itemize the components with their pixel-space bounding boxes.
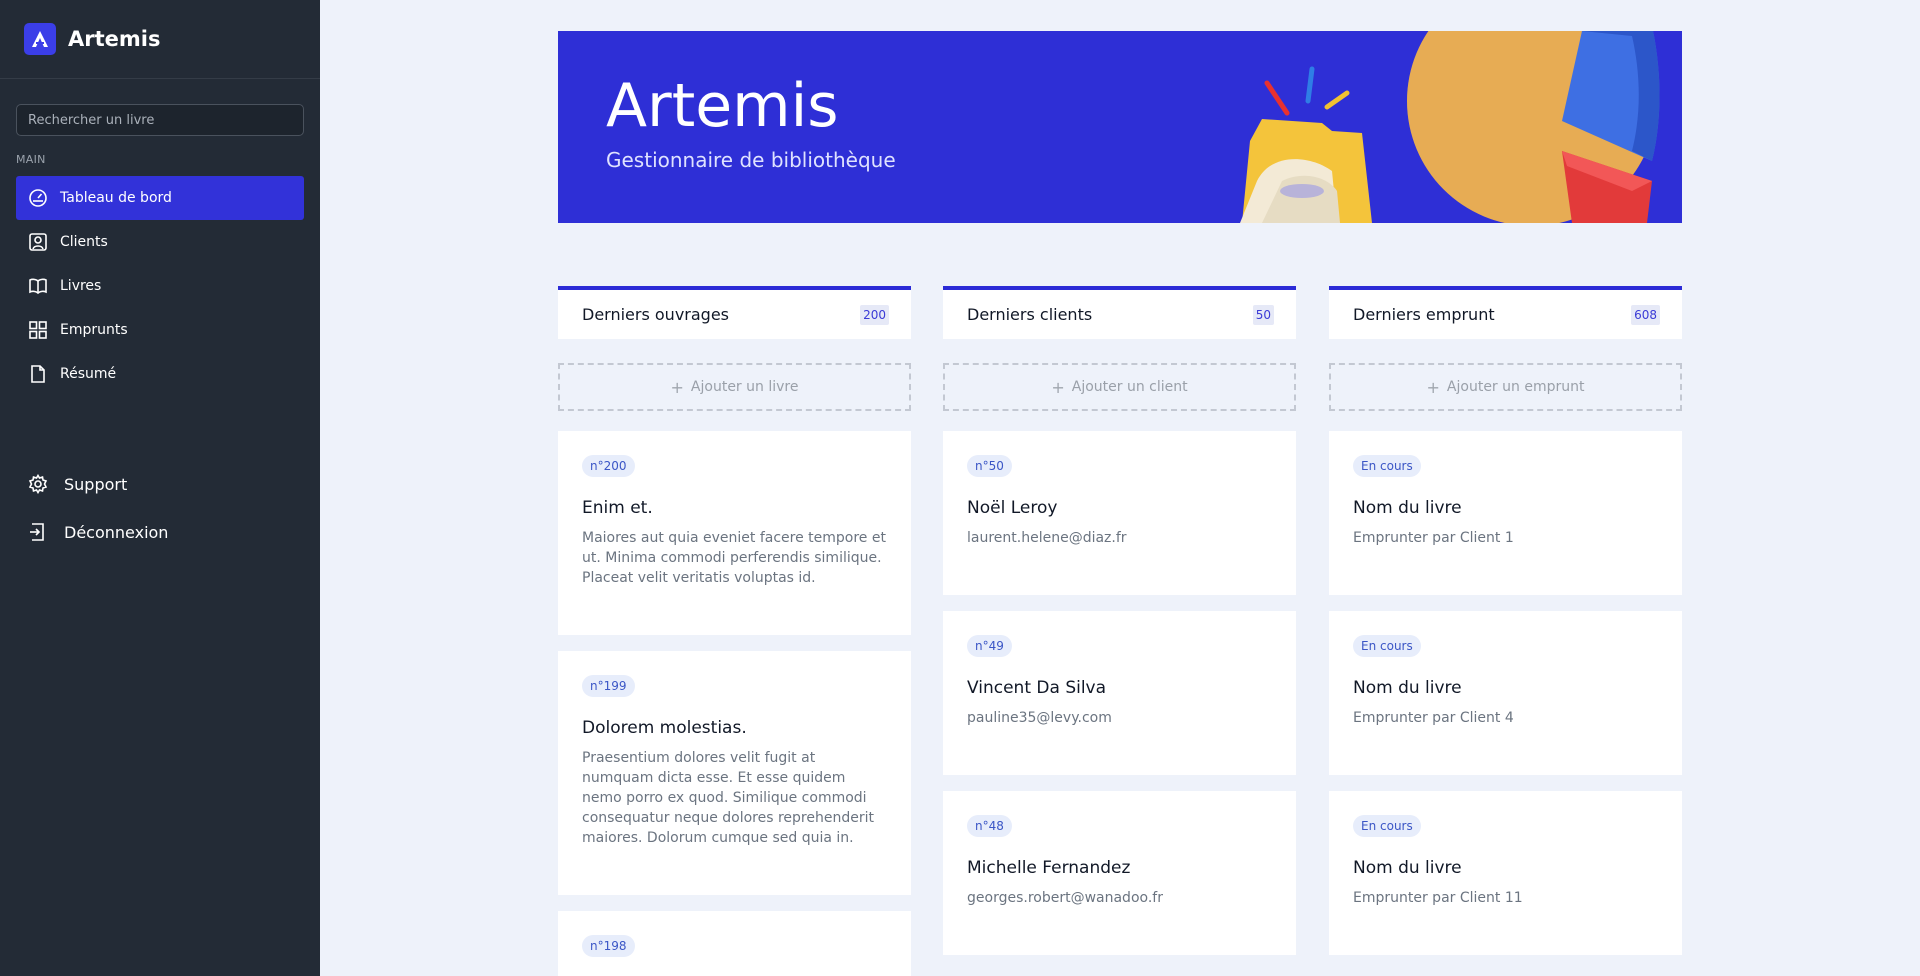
column-books: Derniers ouvrages 200 + Ajouter un livre… — [558, 286, 911, 976]
card-title: Nom du livre — [1353, 858, 1462, 878]
column-title: Derniers ouvrages — [582, 305, 730, 324]
gear-icon — [28, 474, 48, 494]
card-description: Maiores aut quia eveniet facere tempore … — [582, 530, 886, 586]
client-card[interactable]: n°50 Noël Leroy laurent.helene@diaz.fr — [943, 431, 1296, 595]
nav-item-logout[interactable]: Déconnexion — [16, 508, 304, 556]
card-title: Nom du livre — [1353, 498, 1462, 518]
book-card[interactable]: n°199 Dolorem molestias. Praesentium dol… — [558, 651, 911, 895]
client-card[interactable]: n°48 Michelle Fernandez georges.robert@w… — [943, 791, 1296, 955]
book-card[interactable]: n°198 — [558, 911, 911, 976]
card-description: Praesentium dolores velit fugit at numqu… — [582, 750, 874, 846]
nav-item-support[interactable]: Support — [16, 460, 304, 508]
nav-item-summary[interactable]: Résumé — [16, 352, 304, 396]
nav-item-clients[interactable]: Clients — [16, 220, 304, 264]
card-title: Dolorem molestias. — [582, 718, 747, 738]
nav-item-label: Déconnexion — [64, 522, 169, 542]
column-header: Derniers ouvrages 200 — [558, 286, 911, 339]
column-header: Derniers clients 50 — [943, 286, 1296, 339]
id-badge: n°199 — [582, 675, 635, 697]
brand[interactable]: Artemis — [0, 0, 320, 79]
status-badge: En cours — [1353, 815, 1421, 837]
client-email: laurent.helene@diaz.fr — [967, 530, 1127, 546]
loan-card[interactable]: En cours Nom du livre Emprunter par Clie… — [1329, 431, 1682, 595]
hero-subtitle: Gestionnaire de bibliothèque — [606, 148, 896, 172]
card-title: Enim et. — [582, 498, 653, 518]
card-title: Noël Leroy — [967, 498, 1058, 518]
nav-item-books[interactable]: Livres — [16, 264, 304, 308]
count-badge: 50 — [1252, 304, 1274, 325]
id-badge: n°49 — [967, 635, 1012, 657]
count-badge: 200 — [860, 304, 889, 325]
nav-item-label: Résumé — [60, 366, 117, 382]
logout-icon — [30, 523, 44, 541]
nav-item-label: Livres — [60, 278, 102, 294]
nav-item-dashboard[interactable]: Tableau de bord — [16, 176, 304, 220]
add-book-button[interactable]: + Ajouter un livre — [558, 363, 911, 411]
plus-icon: + — [670, 377, 684, 397]
book-card[interactable]: n°200 Enim et. Maiores aut quia eveniet … — [558, 431, 911, 635]
card-title: Michelle Fernandez — [967, 858, 1131, 878]
column-clients: Derniers clients 50 + Ajouter un client … — [943, 286, 1296, 955]
main-nav: Tableau de bord Clients Livres Emprunts … — [16, 176, 304, 396]
add-client-button[interactable]: + Ajouter un client — [943, 363, 1296, 411]
grid-icon — [29, 321, 47, 339]
hero-banner: Artemis Gestionnaire de bibliothèque — [558, 31, 1682, 223]
main-content: Artemis Gestionnaire de bibliothèque Der… — [320, 0, 1920, 976]
status-badge: En cours — [1353, 635, 1421, 657]
search-input[interactable] — [16, 104, 304, 136]
dashboard-icon — [29, 189, 47, 207]
card-title: Vincent Da Silva — [967, 678, 1107, 698]
column-title: Derniers clients — [967, 305, 1093, 324]
status-badge: En cours — [1353, 455, 1421, 477]
hero-title: Artemis — [606, 71, 839, 141]
nav-item-label: Emprunts — [60, 322, 128, 338]
plus-icon: + — [1426, 377, 1440, 397]
plus-icon: + — [1051, 377, 1065, 397]
add-loan-button[interactable]: + Ajouter un emprunt — [1329, 363, 1682, 411]
column-loans: Derniers emprunt 608 + Ajouter un emprun… — [1329, 286, 1682, 955]
count-badge: 608 — [1631, 304, 1660, 325]
loan-card[interactable]: En cours Nom du livre Emprunter par Clie… — [1329, 791, 1682, 955]
loan-borrower: Emprunter par Client 11 — [1353, 890, 1523, 906]
book-icon — [29, 278, 47, 295]
bottom-nav: Support Déconnexion — [16, 460, 304, 556]
id-badge: n°48 — [967, 815, 1012, 837]
column-header: Derniers emprunt 608 — [1329, 286, 1682, 339]
client-card[interactable]: n°49 Vincent Da Silva pauline35@levy.com — [943, 611, 1296, 775]
loan-borrower: Emprunter par Client 4 — [1353, 710, 1514, 726]
id-badge: n°198 — [582, 935, 635, 957]
nav-item-loans[interactable]: Emprunts — [16, 308, 304, 352]
hero-illustration — [1240, 31, 1660, 223]
client-email: georges.robert@wanadoo.fr — [967, 890, 1163, 906]
card-title: Nom du livre — [1353, 678, 1462, 698]
loan-borrower: Emprunter par Client 1 — [1353, 530, 1514, 546]
loan-card[interactable]: En cours Nom du livre Emprunter par Clie… — [1329, 611, 1682, 775]
section-label-main: MAIN — [16, 153, 46, 166]
id-badge: n°50 — [967, 455, 1012, 477]
nav-item-label: Support — [64, 474, 128, 494]
app-name: Artemis — [68, 27, 161, 51]
artemis-logo-icon — [24, 23, 56, 55]
file-icon — [31, 365, 45, 383]
nav-item-label: Tableau de bord — [60, 190, 172, 206]
client-email: pauline35@levy.com — [967, 710, 1112, 726]
sidebar: Artemis MAIN Tableau de bord Clients — [0, 0, 320, 976]
id-badge: n°200 — [582, 455, 635, 477]
add-label: Ajouter un livre — [690, 379, 799, 395]
add-label: Ajouter un client — [1071, 379, 1188, 395]
user-icon — [29, 233, 47, 251]
column-title: Derniers emprunt — [1353, 305, 1495, 324]
nav-item-label: Clients — [60, 234, 108, 250]
add-label: Ajouter un emprunt — [1446, 379, 1585, 395]
